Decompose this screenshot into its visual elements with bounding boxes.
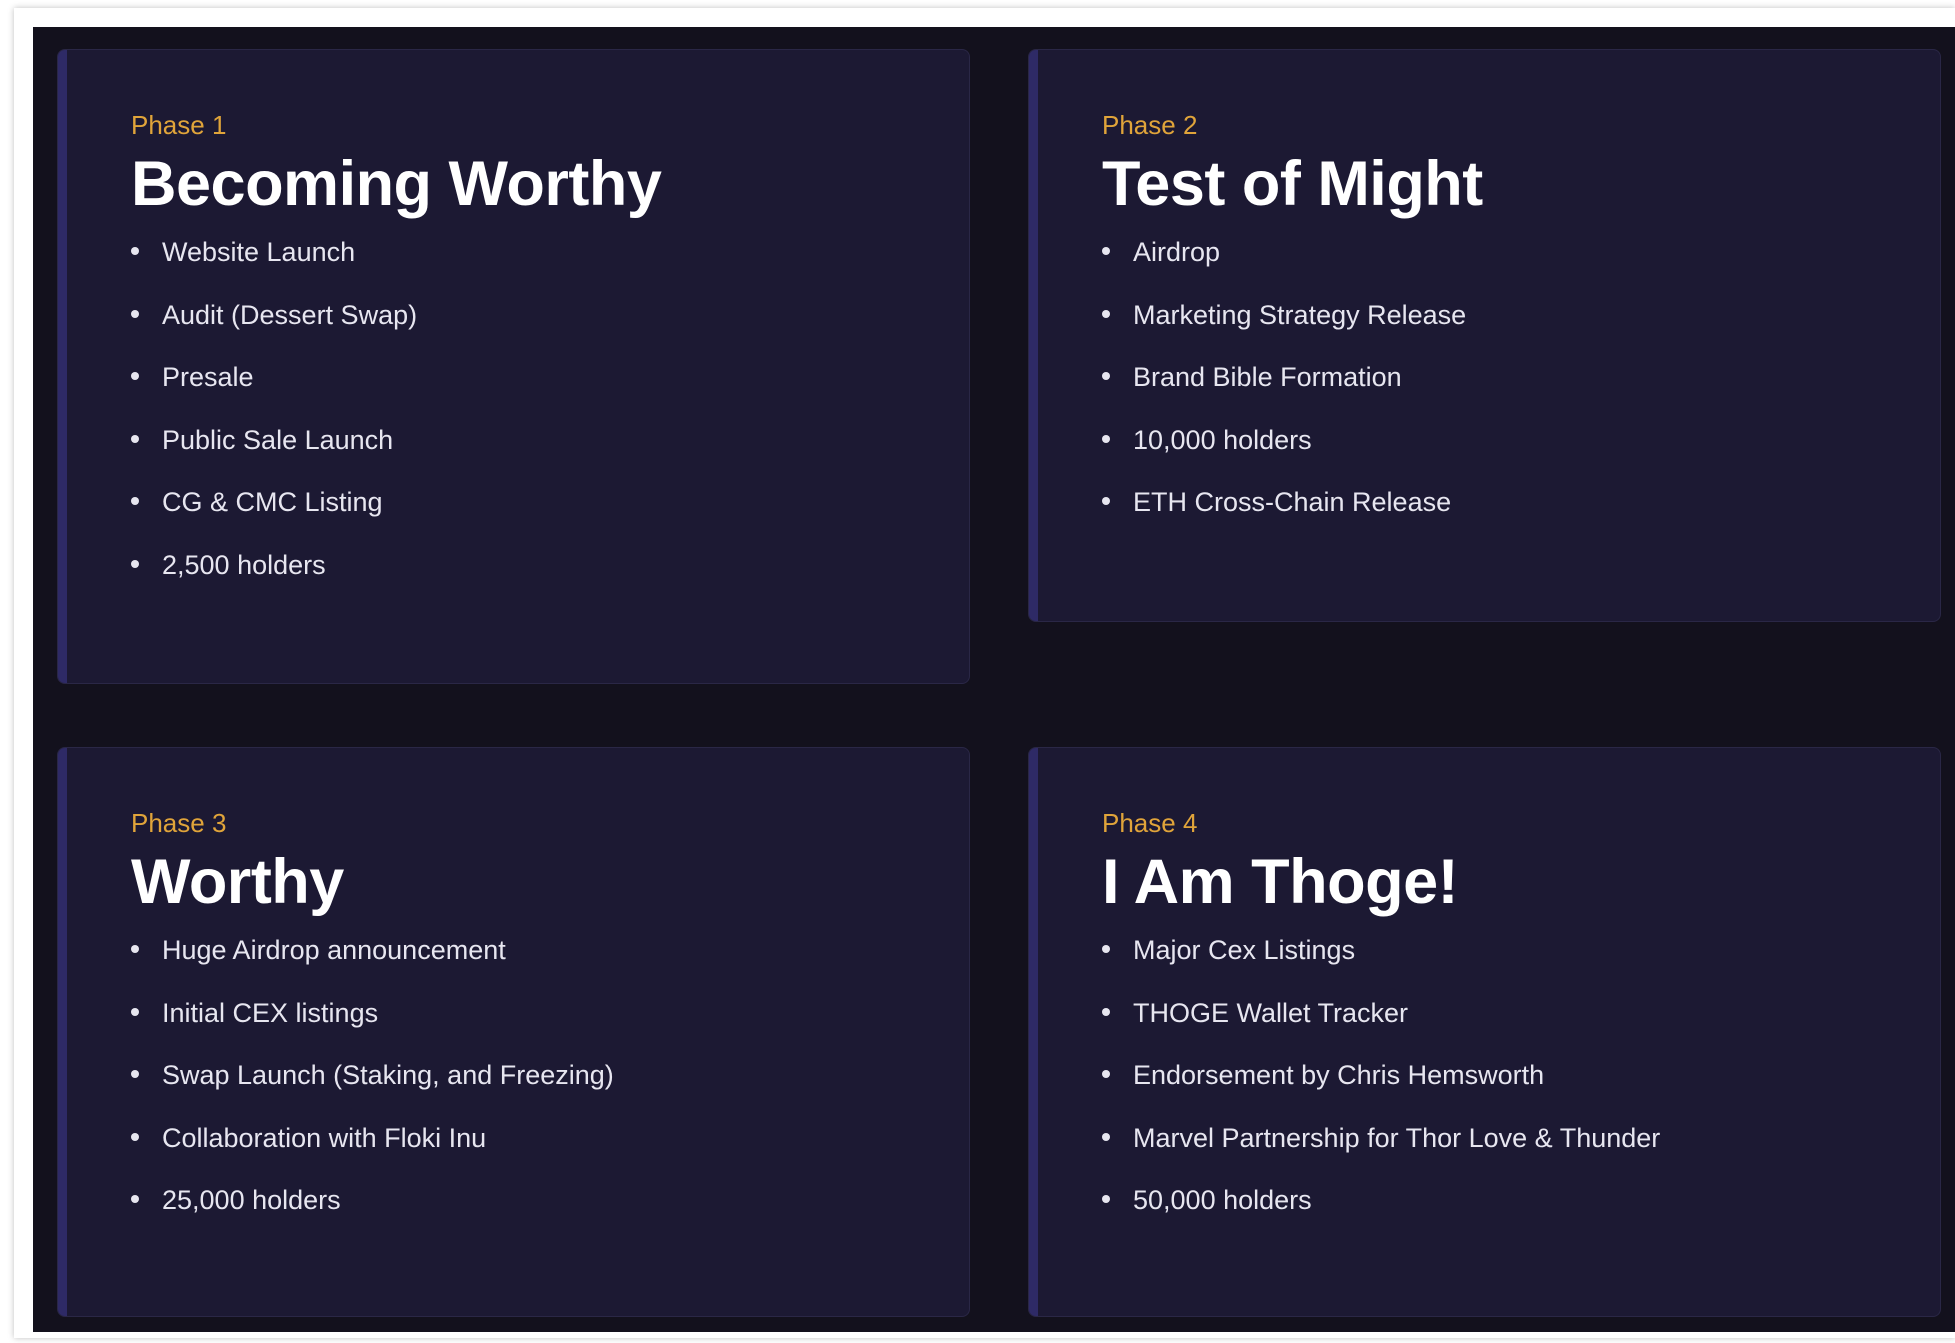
list-item: THOGE Wallet Tracker: [1102, 995, 1920, 1058]
list-item: 10,000 holders: [1102, 422, 1920, 485]
milestone-text: Website Launch: [162, 237, 356, 267]
milestone-text: THOGE Wallet Tracker: [1133, 997, 1409, 1028]
list-item: 2,500 holders: [131, 547, 949, 610]
milestone-text: 50,000 holders: [1133, 1185, 1312, 1215]
list-item: Huge Airdrop announcement: [131, 932, 949, 995]
milestone-text: 2,500 holders: [162, 549, 326, 580]
bullet-icon: [1102, 372, 1110, 380]
milestone-text: Collaboration with Floki Inu: [162, 1122, 487, 1153]
milestone-list: Airdrop Marketing Strategy Release Brand…: [1102, 234, 1920, 547]
phase-title: Worthy: [131, 847, 344, 917]
list-item: Brand Bible Formation: [1102, 359, 1920, 422]
bullet-icon: [131, 945, 139, 953]
list-item: CG & CMC Listing: [131, 484, 949, 547]
milestone-text: Public Sale Launch: [162, 424, 394, 455]
bullet-icon: [131, 309, 139, 318]
list-item: Audit (Dessert Swap): [131, 297, 949, 360]
list-item: Swap Launch (Staking, and Freezing): [131, 1057, 949, 1120]
milestone-list: Major Cex Listings THOGE Wallet Tracker …: [1102, 932, 1920, 1245]
phase-label: Phase 1: [131, 110, 227, 140]
milestone-list: Huge Airdrop announcement Initial CEX li…: [131, 932, 949, 1245]
list-item: Airdrop: [1102, 234, 1920, 297]
phase-title: I Am Thoge!: [1102, 847, 1459, 917]
bullet-icon: [1102, 1070, 1110, 1078]
phase-title: Test of Might: [1102, 149, 1483, 219]
milestone-text: 25,000 holders: [162, 1185, 341, 1215]
list-item: 50,000 holders: [1102, 1182, 1920, 1245]
bullet-icon: [1102, 945, 1110, 953]
list-item: Presale: [131, 359, 949, 422]
milestone-text: Endorsement by Chris Hemsworth: [1133, 1060, 1545, 1090]
bullet-icon: [1102, 309, 1110, 318]
milestone-text: Audit (Dessert Swap): [162, 299, 418, 330]
list-item: 25,000 holders: [131, 1182, 949, 1245]
milestone-text: 10,000 holders: [1133, 424, 1312, 455]
list-item: ETH Cross-Chain Release: [1102, 484, 1920, 547]
milestone-text: Swap Launch (Staking, and Freezing): [162, 1060, 614, 1090]
phase-card-3: Phase 3 Worthy Huge Airdrop announcement…: [57, 747, 970, 1317]
milestone-text: Airdrop: [1133, 237, 1221, 267]
bullet-icon: [131, 434, 139, 443]
milestone-text: Marvel Partnership for Thor Love & Thund…: [1133, 1122, 1661, 1153]
list-item: Initial CEX listings: [131, 995, 949, 1058]
list-item: Endorsement by Chris Hemsworth: [1102, 1057, 1920, 1120]
bullet-icon: [131, 1132, 139, 1141]
list-item: Marketing Strategy Release: [1102, 297, 1920, 360]
bullet-icon: [131, 247, 139, 255]
bullet-icon: [1102, 497, 1110, 505]
list-item: Marvel Partnership for Thor Love & Thund…: [1102, 1120, 1920, 1183]
phase-card-4: Phase 4 I Am Thoge! Major Cex Listings T…: [1028, 747, 1941, 1317]
list-item: Collaboration with Floki Inu: [131, 1120, 949, 1183]
bullet-icon: [131, 497, 139, 505]
phase-title: Becoming Worthy: [131, 149, 662, 219]
bullet-icon: [1102, 1195, 1110, 1203]
bullet-icon: [131, 559, 139, 568]
phase-label: Phase 3: [131, 808, 227, 838]
bullet-icon: [1102, 247, 1110, 255]
milestone-text: Initial CEX listings: [162, 997, 379, 1028]
milestone-text: Huge Airdrop announcement: [162, 935, 506, 965]
phase-card-2: Phase 2 Test of Might Airdrop Marketing …: [1028, 49, 1941, 622]
bullet-icon: [131, 1007, 139, 1016]
bullet-icon: [131, 372, 139, 380]
bullet-icon: [131, 1070, 139, 1078]
list-item: Website Launch: [131, 234, 949, 297]
phase-label: Phase 4: [1102, 808, 1198, 838]
list-item: Public Sale Launch: [131, 422, 949, 485]
bullet-icon: [1102, 1132, 1110, 1141]
list-item: Major Cex Listings: [1102, 932, 1920, 995]
milestone-text: CG & CMC Listing: [162, 487, 383, 517]
roadmap-board: Phase 1 Becoming Worthy Website Launch A…: [33, 27, 1955, 1332]
milestone-text: ETH Cross-Chain Release: [1133, 487, 1452, 517]
milestone-text: Brand Bible Formation: [1133, 362, 1402, 392]
bullet-icon: [1102, 434, 1110, 443]
milestone-list: Website Launch Audit (Dessert Swap) Pres…: [131, 234, 949, 609]
milestone-text: Major Cex Listings: [1133, 935, 1356, 965]
phase-card-1: Phase 1 Becoming Worthy Website Launch A…: [57, 49, 970, 684]
bullet-icon: [131, 1195, 139, 1203]
phase-label: Phase 2: [1102, 110, 1198, 140]
milestone-text: Presale: [162, 362, 254, 392]
bullet-icon: [1102, 1007, 1110, 1016]
milestone-text: Marketing Strategy Release: [1133, 299, 1467, 330]
